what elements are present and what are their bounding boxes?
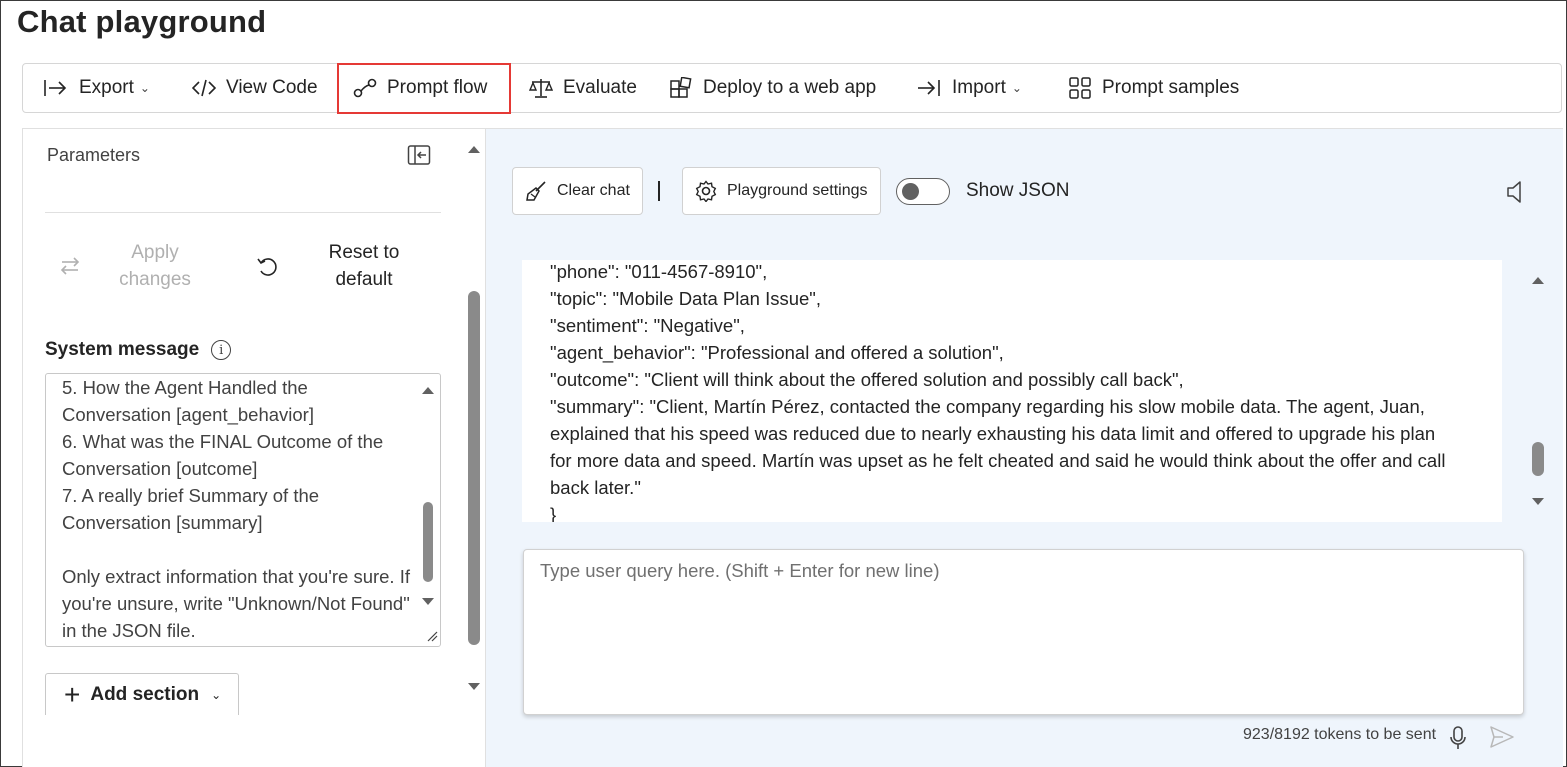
page-title: Chat playground: [17, 4, 267, 39]
chevron-down-icon: ⌄: [211, 687, 222, 702]
broom-icon: [526, 181, 546, 201]
user-query-box: [523, 549, 1524, 715]
collapse-panel-icon[interactable]: [407, 144, 431, 166]
apply-changes-button[interactable]: Apply changes: [59, 239, 203, 293]
panel-scroll-down-icon[interactable]: [466, 681, 482, 693]
chevron-down-icon: ⌄: [1011, 81, 1022, 95]
scroll-down-arrow-icon[interactable]: [420, 596, 436, 608]
chat-line: explained that his speed was reduced due…: [550, 423, 1436, 444]
apply-label-line2: changes: [119, 269, 191, 290]
divider: [45, 212, 441, 213]
chat-scrollbar-thumb[interactable]: [1532, 442, 1544, 476]
swap-icon: [60, 257, 80, 275]
chat-line: "outcome": "Client will think about the …: [550, 369, 1184, 390]
import-button[interactable]: Import ⌄: [916, 64, 1022, 112]
chevron-down-icon: ⌄: [139, 81, 150, 95]
export-button[interactable]: Export ⌄: [43, 64, 150, 112]
reset-label-line1: Reset to: [328, 242, 400, 263]
gear-icon: [695, 180, 717, 202]
parameters-title: Parameters: [47, 145, 141, 165]
chat-message-content: "phone": "011-4567-8910", "topic": "Mobil…: [550, 260, 1480, 522]
toolbar: Export ⌄ View Code Prompt flow Evaluate …: [22, 63, 1562, 113]
show-json-label: Show JSON: [966, 180, 1070, 201]
evaluate-button[interactable]: Evaluate: [529, 64, 637, 112]
system-message-textarea[interactable]: 5. How the Agent Handled the Conversatio…: [45, 373, 441, 647]
scroll-up-arrow-icon[interactable]: [420, 384, 436, 396]
plus-icon: +: [64, 678, 81, 710]
system-message-scrollbar-thumb[interactable]: [423, 502, 433, 582]
panel-scroll-up-icon[interactable]: [466, 143, 482, 155]
system-message-text-label: System message: [45, 339, 200, 360]
system-message-content: 5. How the Agent Handled the Conversatio…: [62, 377, 410, 641]
toolbar-separator: [658, 181, 660, 201]
chat-line: "summary": "Client, Martín Pérez, contac…: [550, 396, 1425, 417]
prompt-samples-label: Prompt samples: [1102, 77, 1240, 98]
send-icon[interactable]: [1489, 725, 1515, 749]
reset-label-line2: default: [335, 269, 393, 290]
playground-settings-button[interactable]: Playground settings: [682, 167, 881, 215]
chat-line: }: [550, 504, 557, 522]
playground-settings-label: Playground settings: [727, 182, 868, 199]
panel-scrollbar-thumb[interactable]: [468, 291, 480, 645]
toggle-knob: [902, 183, 919, 200]
speaker-icon[interactable]: [1505, 179, 1527, 205]
microphone-icon[interactable]: [1449, 725, 1467, 751]
show-json-toggle[interactable]: [896, 178, 950, 205]
resize-grip-icon[interactable]: [426, 630, 438, 642]
export-label: Export: [79, 77, 134, 98]
user-query-input[interactable]: [524, 550, 1523, 714]
chat-line: back later.": [550, 477, 641, 498]
chat-line: for more data and speed. Martín was upse…: [550, 450, 1446, 471]
reset-default-button[interactable]: Reset to default: [255, 239, 419, 293]
clear-chat-button[interactable]: Clear chat: [512, 167, 643, 215]
apply-label-line1: Apply: [131, 242, 179, 263]
deploy-label: Deploy to a web app: [703, 77, 877, 98]
apps-add-icon: [670, 77, 692, 98]
prompt-samples-button[interactable]: Prompt samples: [1068, 64, 1239, 112]
chat-line: "agent_behavior": "Professional and offe…: [550, 342, 1004, 363]
prompt-flow-highlight: [337, 63, 511, 114]
apply-changes-label: Apply changes: [107, 239, 203, 293]
system-message-label: System message i: [45, 339, 232, 361]
code-icon: [192, 79, 216, 97]
import-label: Import: [952, 77, 1006, 98]
deploy-button[interactable]: Deploy to a web app: [669, 64, 876, 112]
reset-default-label: Reset to default: [309, 239, 419, 293]
grid-icon: [1069, 77, 1091, 99]
undo-icon: [257, 258, 277, 276]
chat-scroll-up-icon[interactable]: [1530, 274, 1546, 286]
chat-panel: Clear chat Playground settings Show JSON…: [486, 128, 1563, 767]
import-icon: [918, 80, 940, 96]
parameters-panel: Parameters Apply changes Reset to defaul…: [22, 128, 486, 767]
clear-chat-label: Clear chat: [557, 182, 630, 199]
view-code-button[interactable]: View Code: [192, 64, 318, 112]
token-counter: 923/8192 tokens to be sent: [1243, 726, 1437, 743]
chat-line: "topic": "Mobile Data Plan Issue",: [550, 288, 822, 309]
chat-line: "sentiment": "Negative",: [550, 315, 745, 336]
chat-scroll-down-icon[interactable]: [1530, 496, 1546, 508]
add-section-button[interactable]: + Add section ⌄: [45, 673, 239, 715]
info-icon[interactable]: i: [211, 340, 232, 360]
chat-line: "phone": "011-4567-8910",: [550, 261, 768, 282]
add-section-label: Add section: [90, 683, 200, 705]
evaluate-label: Evaluate: [563, 77, 637, 98]
export-icon: [44, 80, 67, 96]
scale-icon: [529, 79, 553, 98]
chat-message: "phone": "011-4567-8910", "topic": "Mobil…: [522, 260, 1502, 522]
view-code-label: View Code: [226, 77, 318, 98]
